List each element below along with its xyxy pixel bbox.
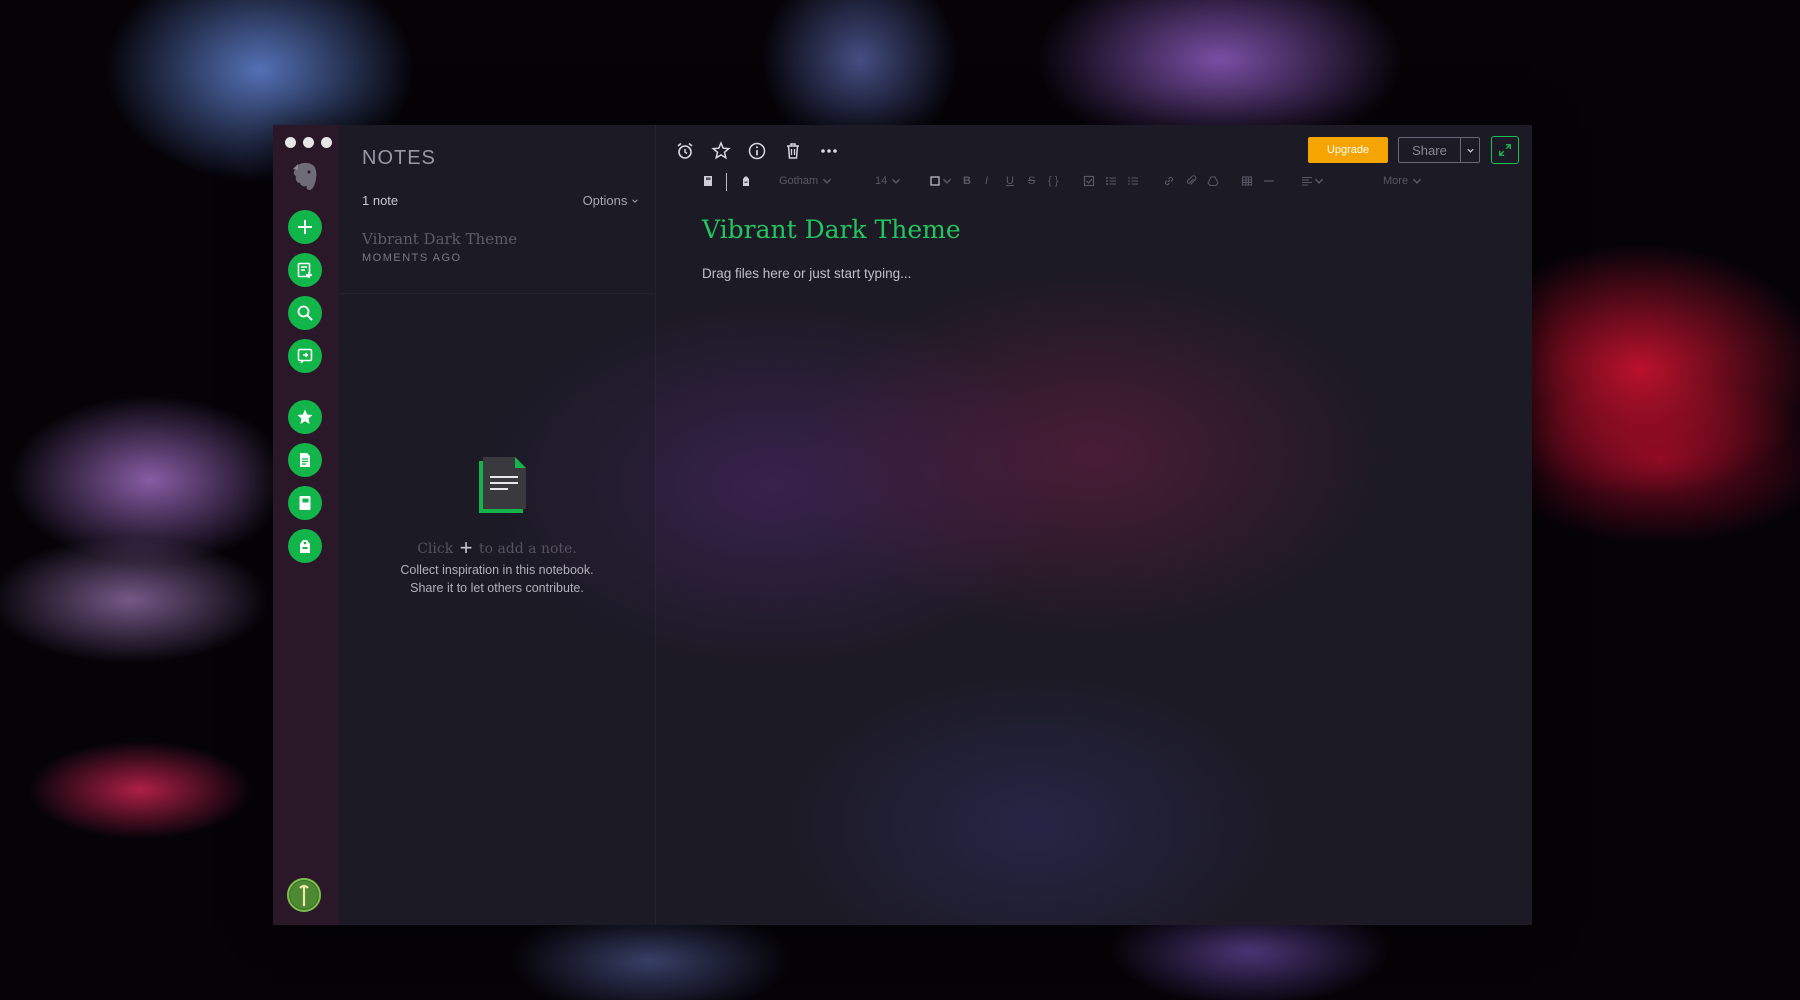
search-button[interactable] bbox=[288, 296, 322, 330]
notebook-icon bbox=[299, 496, 311, 510]
checkbox-icon bbox=[1083, 175, 1095, 187]
shortcuts-button[interactable] bbox=[288, 400, 322, 434]
chevron-down-icon bbox=[1314, 178, 1324, 184]
new-chat-button[interactable] bbox=[288, 253, 322, 287]
info-button[interactable] bbox=[745, 139, 769, 163]
reminder-button[interactable] bbox=[673, 139, 697, 163]
horizontal-rule-icon bbox=[1264, 180, 1274, 182]
note-title-field[interactable]: Vibrant Dark Theme bbox=[702, 215, 961, 244]
note-item-timestamp: MOMENTS AGO bbox=[362, 252, 462, 264]
work-chat-button[interactable] bbox=[288, 339, 322, 373]
horizontal-rule-button[interactable] bbox=[1263, 172, 1275, 190]
chevron-down-icon bbox=[892, 178, 901, 184]
bulleted-list-icon bbox=[1106, 177, 1116, 185]
link-button[interactable] bbox=[1163, 172, 1175, 190]
bulleted-list-button[interactable] bbox=[1105, 172, 1117, 190]
empty-hint-after: to add a note. bbox=[478, 541, 577, 557]
table-icon bbox=[1241, 176, 1253, 186]
star-icon bbox=[297, 409, 313, 424]
notebook-selector[interactable] bbox=[702, 172, 714, 190]
bold-button[interactable]: B bbox=[963, 172, 971, 190]
tag-icon bbox=[743, 176, 749, 186]
notebook-icon bbox=[704, 176, 712, 186]
attachment-button[interactable] bbox=[1185, 172, 1197, 190]
chevron-down-icon bbox=[1466, 148, 1474, 153]
app-window: NOTES 1 note Options Vibrant Dark Theme … bbox=[273, 125, 1532, 925]
tag-icon bbox=[300, 540, 310, 553]
link-icon bbox=[1164, 176, 1174, 186]
chevron-down-icon bbox=[942, 178, 952, 184]
chevron-down-icon bbox=[823, 178, 832, 184]
minimize-window-button[interactable] bbox=[303, 137, 314, 148]
notes-list-panel: NOTES 1 note Options Vibrant Dark Theme … bbox=[339, 125, 656, 925]
star-icon bbox=[711, 141, 731, 160]
notes-list-title: NOTES bbox=[362, 147, 436, 169]
toolbar-divider bbox=[726, 173, 727, 191]
notes-icon bbox=[300, 453, 310, 467]
note-body-editor[interactable]: Drag files here or just start typing... bbox=[702, 266, 911, 281]
favorite-button[interactable] bbox=[709, 139, 733, 163]
numbered-list-icon bbox=[1128, 177, 1138, 185]
note-add-icon bbox=[297, 262, 312, 278]
text-color-icon bbox=[930, 176, 940, 186]
table-button[interactable] bbox=[1241, 172, 1253, 190]
expand-button[interactable] bbox=[1491, 136, 1519, 164]
reminder-icon bbox=[677, 142, 693, 159]
more-dots-icon bbox=[821, 149, 837, 153]
strikethrough-button[interactable]: S bbox=[1028, 172, 1035, 190]
font-family-select[interactable]: Gotham bbox=[779, 172, 833, 190]
chat-icon bbox=[297, 348, 313, 364]
trash-icon bbox=[787, 143, 799, 159]
more-actions-button[interactable] bbox=[817, 139, 841, 163]
drive-icon bbox=[1207, 176, 1219, 187]
new-note-button[interactable] bbox=[288, 210, 322, 244]
zoom-window-button[interactable] bbox=[321, 137, 332, 148]
font-family-value: Gotham bbox=[779, 175, 819, 187]
text-color-select[interactable] bbox=[929, 172, 953, 190]
chevron-down-icon bbox=[1413, 178, 1422, 184]
user-avatar[interactable] bbox=[287, 878, 321, 912]
empty-state-line-collect: Collect inspiration in this notebook. bbox=[400, 563, 594, 577]
empty-note-icon bbox=[474, 455, 528, 517]
paperclip-icon bbox=[1186, 175, 1197, 185]
code-block-button[interactable]: { } bbox=[1048, 172, 1058, 190]
empty-hint-before: Click bbox=[417, 541, 454, 557]
font-size-value: 14 bbox=[875, 175, 888, 187]
info-icon bbox=[748, 142, 766, 160]
share-options-button[interactable] bbox=[1461, 137, 1480, 163]
note-item-title: Vibrant Dark Theme bbox=[362, 230, 518, 248]
empty-hint-plus[interactable]: + bbox=[458, 535, 475, 560]
plus-icon bbox=[298, 220, 312, 234]
notebooks-button[interactable] bbox=[288, 486, 322, 520]
tag-selector[interactable] bbox=[740, 172, 752, 190]
list-item[interactable]: Vibrant Dark Theme MOMENTS AGO bbox=[339, 203, 655, 294]
share-button[interactable]: Share bbox=[1398, 137, 1461, 163]
more-format-label: More bbox=[1383, 175, 1409, 187]
drive-button[interactable] bbox=[1207, 172, 1219, 190]
close-window-button[interactable] bbox=[285, 137, 296, 148]
font-size-select[interactable]: 14 bbox=[875, 172, 902, 190]
tags-button[interactable] bbox=[288, 529, 322, 563]
search-icon bbox=[297, 305, 313, 321]
more-format-select[interactable]: More bbox=[1383, 172, 1423, 190]
sidebar bbox=[273, 125, 339, 925]
user-avatar-icon bbox=[290, 881, 318, 909]
italic-button[interactable]: I bbox=[985, 172, 988, 190]
underline-button[interactable]: U bbox=[1006, 172, 1014, 190]
upgrade-button[interactable]: Upgrade bbox=[1308, 137, 1388, 163]
evernote-elephant-icon[interactable] bbox=[290, 161, 320, 193]
empty-state-line-share: Share it to let others contribute. bbox=[410, 581, 584, 595]
checkbox-button[interactable] bbox=[1083, 172, 1095, 190]
expand-icon bbox=[1499, 144, 1511, 156]
align-left-icon bbox=[1302, 176, 1312, 186]
alignment-select[interactable] bbox=[1301, 172, 1325, 190]
window-controls bbox=[285, 137, 332, 148]
notes-button[interactable] bbox=[288, 443, 322, 477]
numbered-list-button[interactable] bbox=[1127, 172, 1139, 190]
empty-state-hint: Click + to add a note. bbox=[339, 535, 655, 561]
delete-button[interactable] bbox=[781, 139, 805, 163]
